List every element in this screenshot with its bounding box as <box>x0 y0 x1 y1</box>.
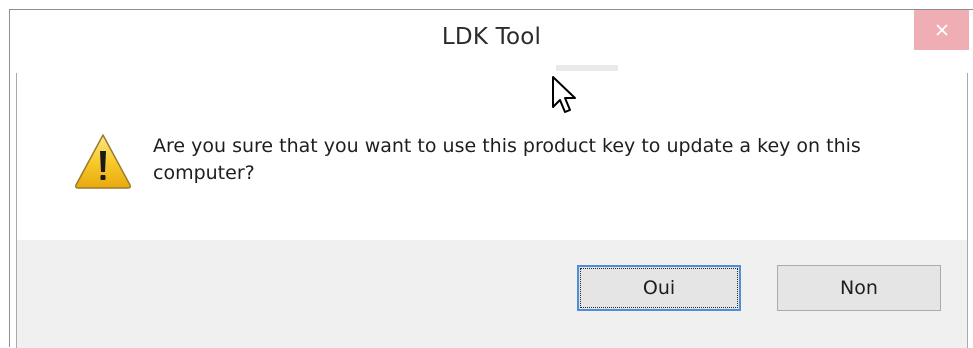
button-panel: Oui Non <box>17 240 967 348</box>
mouse-pointer-icon <box>552 76 576 113</box>
yes-button[interactable]: Oui <box>577 265 741 311</box>
yes-button-label: Oui <box>642 277 676 299</box>
message-dialog: LDK Tool Are you sure that you want to u… <box>9 9 973 348</box>
close-icon <box>935 24 948 36</box>
dialog-body: Are you sure that you want to use this p… <box>16 73 968 348</box>
close-button[interactable] <box>914 10 969 50</box>
warning-icon <box>75 134 131 189</box>
window-title: LDK Tool <box>441 24 542 50</box>
message-area: Are you sure that you want to use this p… <box>17 73 967 240</box>
dialog-message: Are you sure that you want to use this p… <box>153 135 861 184</box>
title-bar[interactable]: LDK Tool <box>10 10 973 73</box>
title-underline-decoration <box>556 65 618 71</box>
no-button-label: Non <box>840 277 878 299</box>
no-button[interactable]: Non <box>777 265 941 311</box>
